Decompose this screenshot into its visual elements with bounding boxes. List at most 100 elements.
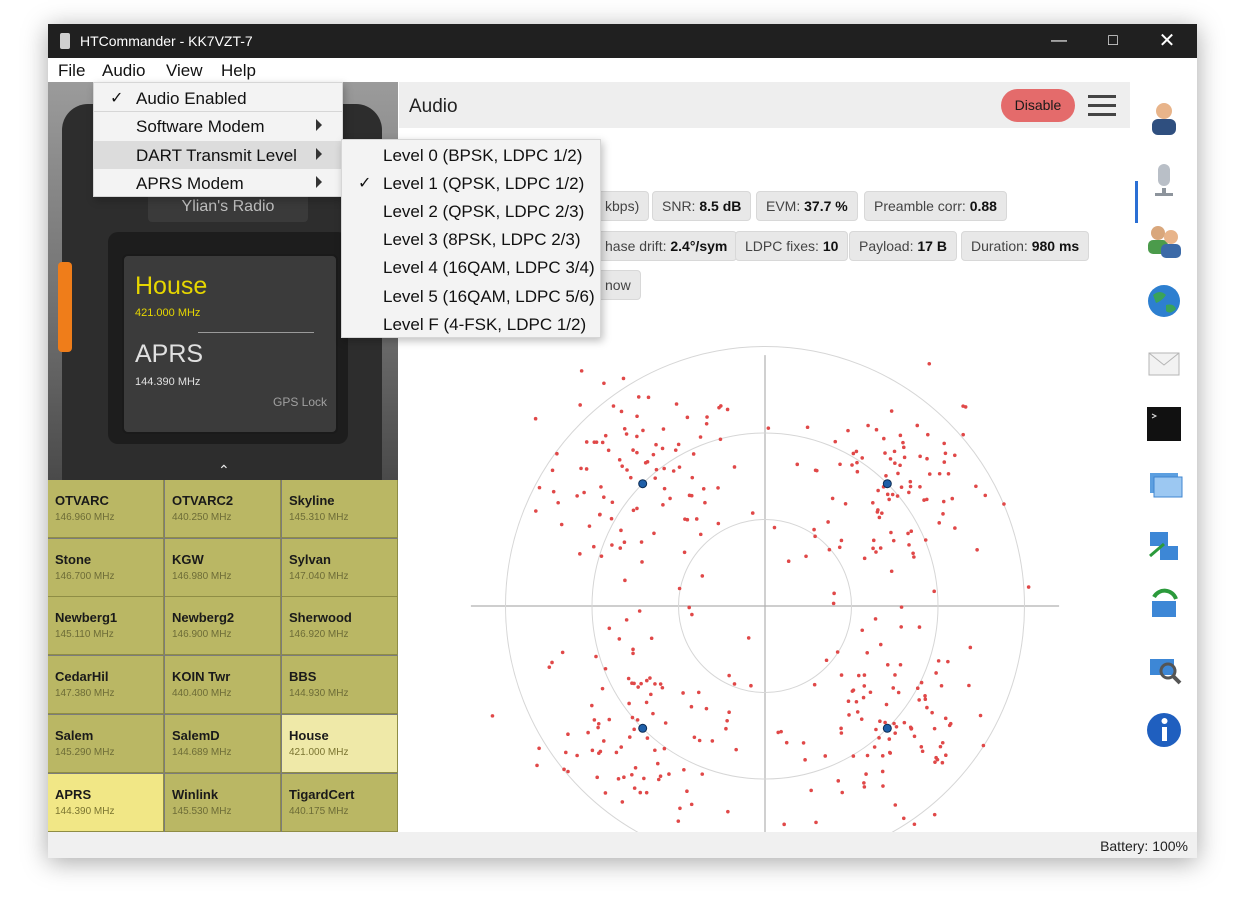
sample-point [490, 714, 495, 718]
terminal-icon[interactable] [1144, 404, 1184, 444]
channel-button[interactable]: SalemD 144.689 MHz [165, 714, 281, 773]
channel-button[interactable]: Stone 146.700 MHz [48, 538, 164, 597]
sample-point [827, 547, 832, 552]
sample-point [862, 781, 866, 785]
menu-file[interactable]: File [58, 61, 85, 81]
dart-level-item[interactable]: Level 2 (QPSK, LDPC 2/3) [342, 197, 600, 225]
sample-point [889, 409, 894, 413]
channel-button[interactable]: Winlink 145.530 MHz [165, 773, 281, 832]
channel-button[interactable]: Sylvan 147.040 MHz [282, 538, 398, 597]
lcd-channel-b-freq: 144.390 MHz [135, 376, 201, 388]
channel-button[interactable]: Sherwood 146.920 MHz [282, 597, 398, 656]
microphone-icon[interactable] [1144, 160, 1184, 200]
sample-point [582, 490, 586, 495]
sample-point [687, 605, 691, 610]
stat-value: 37.7 % [804, 198, 848, 214]
audio-menu-item[interactable]: APRS Modem [94, 169, 342, 197]
hamburger-menu-icon[interactable] [1088, 95, 1116, 117]
stat-label: Payload: [859, 238, 918, 254]
sample-point [619, 409, 624, 414]
channel-button[interactable]: TigardCert 440.175 MHz [282, 773, 398, 832]
dart-level-item[interactable]: Level 5 (16QAM, LDPC 5/6) [342, 282, 600, 310]
dart-level-item[interactable]: Level F (4-FSK, LDPC 1/2) [342, 310, 600, 338]
sample-point [872, 745, 877, 749]
sample-point [978, 713, 983, 718]
sample-point [602, 739, 606, 743]
sample-point [592, 718, 597, 722]
contact-icon[interactable] [1144, 97, 1184, 137]
sample-point [837, 545, 842, 550]
sample-point [627, 735, 632, 739]
channel-button[interactable]: BBS 144.930 MHz [282, 656, 398, 715]
mail-icon[interactable] [1144, 343, 1184, 383]
sample-point [703, 500, 707, 505]
channel-button[interactable]: KGW 146.980 MHz [165, 538, 281, 597]
dart-level-item[interactable]: Level 4 (16QAM, LDPC 3/4) [342, 253, 600, 281]
channel-button[interactable]: APRS 144.390 MHz [48, 773, 164, 832]
channel-button[interactable]: OTVARC2 440.250 MHz [165, 480, 281, 538]
dart-level-item[interactable]: ✓ Level 1 (QPSK, LDPC 1/2) [342, 169, 600, 197]
disable-button[interactable]: Disable [1001, 89, 1075, 122]
channel-button[interactable]: KOIN Twr 440.400 MHz [165, 656, 281, 715]
sample-point [912, 734, 917, 739]
sample-point [838, 462, 842, 467]
sample-point [689, 493, 694, 498]
sample-point [704, 422, 709, 426]
channel-button[interactable]: Newberg1 145.110 MHz [48, 597, 164, 656]
channel-button[interactable]: CedarHil 147.380 MHz [48, 656, 164, 715]
sample-point [691, 452, 696, 456]
menu-audio[interactable]: Audio [102, 61, 145, 81]
sample-point [590, 748, 595, 753]
sample-point [939, 683, 944, 688]
sample-point [607, 626, 612, 631]
sample-point [902, 720, 907, 725]
menu-view[interactable]: View [166, 61, 203, 81]
sample-point [826, 520, 830, 524]
channel-button[interactable]: Salem 145.290 MHz [48, 714, 164, 773]
sample-point [877, 736, 881, 740]
menu-item-label: Level 3 (8PSK, LDPC 2/3) [383, 230, 581, 250]
sample-point [674, 402, 679, 406]
sample-point [839, 673, 844, 677]
channel-name: Stone [55, 551, 92, 567]
windows-icon[interactable] [1144, 465, 1184, 505]
info-icon[interactable] [1144, 710, 1184, 750]
sample-point [618, 546, 623, 550]
maximize-button[interactable]: □ [1090, 24, 1136, 58]
minimize-button[interactable]: — [1036, 24, 1082, 58]
lcd-channel-b-name: APRS [135, 340, 204, 368]
globe-icon[interactable] [1144, 281, 1184, 321]
sample-point [677, 465, 682, 469]
sample-point [603, 666, 608, 671]
dart-level-item[interactable]: Level 0 (BPSK, LDPC 1/2) [342, 141, 600, 169]
audio-menu-item[interactable]: DART Transmit Level [94, 141, 342, 169]
channel-button[interactable]: OTVARC 146.960 MHz [48, 480, 164, 538]
sample-point [645, 736, 650, 740]
users-icon[interactable] [1144, 220, 1184, 260]
network-icon[interactable] [1144, 526, 1184, 566]
audio-menu-item[interactable]: ✓ Audio Enabled [94, 84, 342, 112]
sample-point [630, 772, 634, 777]
sample-point [881, 784, 885, 788]
sync-icon[interactable] [1144, 587, 1184, 627]
reference-point [882, 479, 892, 489]
sample-point [932, 812, 937, 817]
dart-level-item[interactable]: Level 3 (8PSK, LDPC 2/3) [342, 225, 600, 253]
search-icon[interactable] [1144, 649, 1184, 689]
close-button[interactable]: ✕ [1144, 24, 1190, 58]
sample-point [833, 439, 838, 444]
menu-help[interactable]: Help [221, 61, 256, 81]
audio-menu-item[interactable]: Software Modem [94, 112, 342, 140]
channel-frequency: 144.689 MHz [172, 746, 232, 758]
channel-button[interactable]: Newberg2 146.900 MHz [165, 597, 281, 656]
menu-item-label: Level 1 (QPSK, LDPC 1/2) [383, 174, 585, 194]
stat-label: Preamble corr: [874, 198, 970, 214]
stat-label: EVM: [766, 198, 805, 214]
sample-point [902, 455, 907, 460]
channel-button[interactable]: Skyline 145.310 MHz [282, 480, 398, 538]
sample-point [578, 552, 582, 556]
sample-point [606, 448, 611, 453]
right-sidebar [1130, 82, 1197, 832]
channel-button[interactable]: House 421.000 MHz [282, 714, 398, 773]
sample-point [619, 528, 623, 533]
